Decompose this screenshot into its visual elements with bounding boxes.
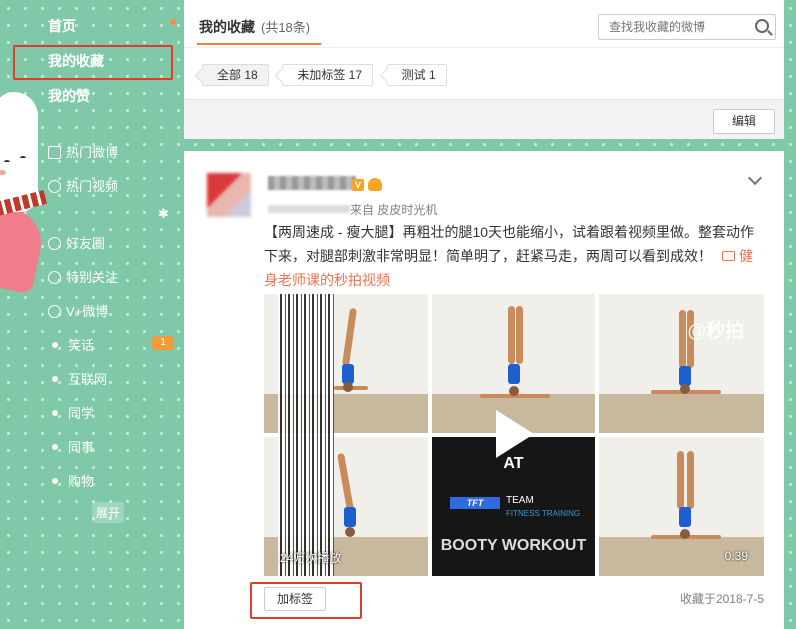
tag-all[interactable]: 全部 18 — [202, 64, 269, 86]
vip-icon: V — [352, 179, 364, 191]
favorites-header-panel: 我的收藏 (共18条) 全部 18 未加标签 17 测试 1 编辑 — [184, 0, 784, 139]
figure-body — [508, 364, 520, 384]
post-content: 【两周速成 - 瘦大腿】再粗壮的腿10天也能缩小，试着跟着视频里做。整套动作下来… — [264, 220, 762, 292]
unread-badge: 1 — [152, 336, 174, 350]
edit-button[interactable]: 编辑 — [713, 109, 775, 134]
play-circle-icon — [48, 180, 61, 193]
post-time-blurred — [268, 205, 350, 213]
tft-logo: TFT — [450, 497, 500, 509]
figure-body — [679, 366, 691, 386]
sidebar-item-hot-weibo[interactable]: 热门微博 — [48, 142, 118, 161]
divider — [184, 47, 784, 48]
home-outline-icon — [48, 146, 61, 159]
favorite-post-card: V 来自 皮皮时光机 【两周速成 - 瘦大腿】再粗壮的腿10天也能缩小，试着跟着… — [184, 151, 784, 629]
figure-leg — [337, 452, 354, 512]
figure-leg — [516, 306, 523, 364]
sidebar-item-shopping[interactable]: 购物 — [52, 471, 94, 490]
expand-button[interactable]: 展开 — [92, 502, 125, 523]
bullet-icon — [52, 376, 58, 382]
fitness-training-text: FITNESS TRAINING — [506, 509, 581, 518]
figure-leg — [341, 307, 358, 367]
figure-leg — [677, 451, 684, 509]
sidebar-item-label: 同学 — [68, 406, 95, 421]
play-icon[interactable] — [496, 410, 534, 458]
vplus-icon — [48, 305, 61, 318]
sidebar-item-label: 互联网 — [68, 372, 108, 387]
video-duration: 0:39 — [724, 549, 748, 563]
sidebar-item-jokes[interactable]: 笑话 — [52, 335, 94, 354]
sidebar-item-friends[interactable]: 好友圈 — [48, 233, 105, 252]
search-box[interactable] — [598, 14, 776, 40]
figure-head — [343, 382, 353, 392]
video-player[interactable]: AT TFT TEAM FITNESS TRAINING BOOTY WORKO… — [264, 294, 764, 576]
sidebar-item-label: V+微博 — [66, 304, 109, 319]
tag-untagged[interactable]: 未加标签 17 — [282, 64, 373, 86]
glitch-stripes — [278, 294, 334, 576]
bunny-cheek — [0, 170, 6, 175]
sidebar-item-label: 笑话 — [68, 338, 95, 353]
avatar[interactable] — [207, 173, 251, 217]
bunny-eye — [4, 160, 10, 164]
figure-leg — [687, 451, 694, 509]
sidebar-item-hot-video[interactable]: 热门视频 — [48, 176, 118, 195]
sidebar-item-vplus[interactable]: V+微博 — [48, 301, 108, 320]
figure-body — [679, 507, 691, 527]
add-tag-highlight-box — [250, 582, 362, 619]
figure-head — [509, 386, 519, 396]
figure-body — [344, 507, 356, 527]
miaopai-watermark: @秒拍 — [687, 321, 744, 342]
crown-icon — [368, 178, 382, 191]
sidebar-item-label: 购物 — [68, 474, 95, 489]
sidebar-item-internet[interactable]: 互联网 — [52, 369, 107, 388]
gear-icon[interactable]: ✱ — [158, 206, 169, 222]
video-title-booty-workout: BOOTY WORKOUT — [440, 537, 587, 554]
tag-filter-row: 全部 18 未加标签 17 测试 1 — [202, 64, 457, 86]
tag-test[interactable]: 测试 1 — [386, 64, 447, 86]
favorites-highlight-box — [13, 45, 173, 80]
post-source[interactable]: 来自 皮皮时光机 — [350, 201, 437, 218]
sidebar-item-colleagues[interactable]: 同事 — [52, 437, 94, 456]
search-icon[interactable] — [755, 19, 769, 33]
video-tile — [599, 294, 764, 433]
left-sidebar: 首页 我的收藏 我的赞 热门微博 热门视频 ✱ 好友圈 特别关注 V+微博 笑话… — [0, 0, 184, 629]
bullet-icon — [52, 444, 58, 450]
sidebar-item-label: 好友圈 — [66, 236, 106, 251]
friends-icon — [48, 237, 61, 250]
sidebar-item-my-likes[interactable]: 我的赞 — [48, 86, 90, 106]
sidebar-item-label: 热门微博 — [66, 145, 119, 160]
special-follow-icon — [48, 271, 61, 284]
sidebar-item-home[interactable]: 首页 — [48, 16, 76, 36]
search-input[interactable] — [599, 15, 749, 39]
favorited-date: 收藏于2018-7-5 — [679, 592, 764, 606]
sidebar-item-special-follow[interactable]: 特别关注 — [48, 267, 118, 286]
active-tab-indicator — [197, 43, 321, 45]
sidebar-item-label: 热门视频 — [66, 179, 119, 194]
figure-leg — [508, 306, 515, 364]
figure-leg — [679, 310, 686, 368]
figure-head — [680, 529, 690, 539]
favorites-count: (共18条) — [261, 20, 311, 35]
bullet-icon — [52, 478, 58, 484]
team-text: TEAM — [506, 495, 534, 506]
figure-head — [345, 527, 355, 537]
sidebar-item-label: 同事 — [68, 440, 95, 455]
play-count: 24万次播放 — [280, 551, 342, 565]
sidebar-item-classmates[interactable]: 同学 — [52, 403, 94, 422]
video-link-icon — [722, 251, 735, 261]
figure-body — [342, 364, 354, 384]
decorative-heart — [0, 201, 48, 295]
bullet-icon — [52, 342, 58, 348]
chevron-down-icon[interactable] — [747, 170, 763, 186]
tab-title-label: 我的收藏 — [199, 19, 255, 35]
new-dot — [170, 19, 176, 25]
bunny-eye — [20, 156, 26, 160]
sidebar-item-label: 特别关注 — [66, 270, 119, 285]
post-body-text: 【两周速成 - 瘦大腿】再粗壮的腿10天也能缩小，试着跟着视频里做。整套动作下来… — [264, 224, 755, 264]
user-name-blurred[interactable] — [268, 176, 356, 190]
tab-my-favorites[interactable]: 我的收藏 (共18条) — [199, 17, 310, 37]
bullet-icon — [52, 410, 58, 416]
toolbar-band: 编辑 — [184, 99, 784, 139]
figure-head — [680, 384, 690, 394]
